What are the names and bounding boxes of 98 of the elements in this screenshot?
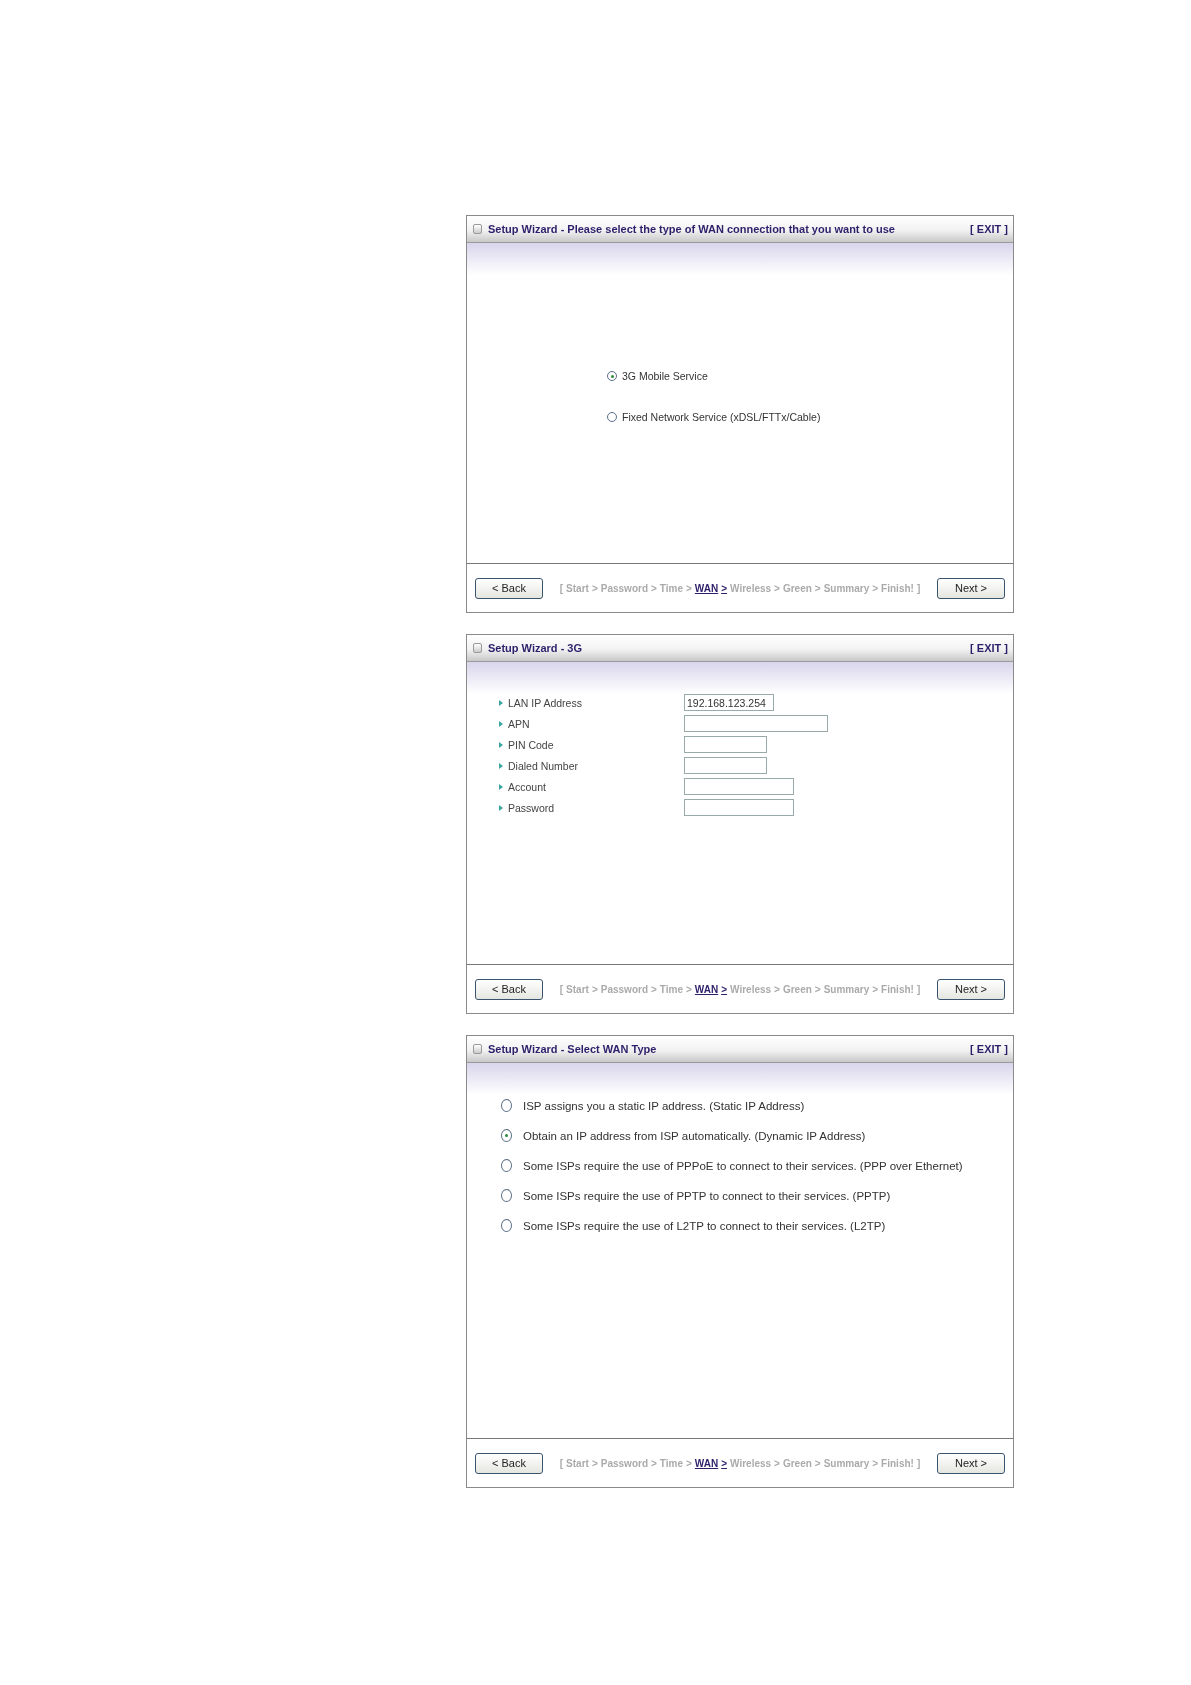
wizard-step: Wireless bbox=[730, 1457, 772, 1469]
field-label: Password bbox=[508, 801, 555, 814]
input-field[interactable] bbox=[684, 715, 828, 732]
option-label: ISP assigns you a static IP address. (Static IP Address) bbox=[523, 1099, 805, 1112]
wizard-step: WAN bbox=[694, 582, 719, 594]
input-field[interactable]: 192.168.123.254 bbox=[684, 694, 774, 711]
back-button[interactable]: < Back bbox=[475, 978, 543, 1000]
step-separator: > bbox=[686, 1457, 692, 1469]
panel-title: Setup Wizard - 3G bbox=[488, 642, 584, 654]
bullet-icon bbox=[499, 804, 503, 811]
wizard-step: WAN bbox=[694, 983, 719, 995]
step-separator: > bbox=[774, 1457, 780, 1469]
input-field[interactable] bbox=[684, 799, 794, 816]
wizard-step: Password bbox=[600, 582, 648, 594]
wizard-step: Green bbox=[782, 983, 812, 995]
option-label: 3G Mobile Service bbox=[622, 370, 708, 382]
step-separator: > bbox=[651, 983, 657, 995]
option-label: Some ISPs require the use of L2TP to connect to their services. (L2TP) bbox=[523, 1219, 886, 1232]
input-field[interactable] bbox=[684, 736, 767, 753]
input-field[interactable] bbox=[684, 778, 794, 795]
step-separator: > bbox=[774, 983, 780, 995]
step-separator: > bbox=[686, 983, 692, 995]
exit-link[interactable]: [ EXIT ] bbox=[970, 1043, 1008, 1055]
field-label: Account bbox=[508, 780, 546, 793]
wizard-step: Finish! bbox=[881, 1457, 914, 1469]
step-separator: > bbox=[872, 1457, 879, 1469]
trail-bracket: [ bbox=[559, 582, 564, 594]
trail-bracket: [ bbox=[559, 983, 564, 995]
wizard-step: Start bbox=[566, 1457, 589, 1469]
option-label: Some ISPs require the use of PPPoE to connect to their services. (PPP over Ethernet) bbox=[523, 1159, 963, 1172]
exit-link[interactable]: [ EXIT ] bbox=[970, 642, 1008, 654]
wizard-step: Summary bbox=[823, 1457, 870, 1469]
panel-title: Setup Wizard - Please select the type of WAN connection that you want to use bbox=[488, 223, 896, 235]
wizard-step: Summary bbox=[823, 983, 870, 995]
step-separator: > bbox=[591, 983, 598, 995]
bullet-icon bbox=[499, 762, 503, 769]
window-icon bbox=[473, 643, 482, 653]
radio-button[interactable] bbox=[501, 1219, 512, 1232]
radio-button[interactable] bbox=[607, 371, 617, 381]
step-separator: > bbox=[591, 582, 598, 594]
wizard-step: Start bbox=[566, 983, 589, 995]
wizard-step: WAN bbox=[694, 1457, 719, 1469]
option-label: Obtain an IP address from ISP automatically. (Dynamic IP Address) bbox=[523, 1129, 866, 1142]
radio-button[interactable] bbox=[501, 1159, 512, 1172]
wizard-step: Password bbox=[600, 1457, 648, 1469]
wizard-step: Finish! bbox=[881, 983, 914, 995]
step-separator: > bbox=[651, 1457, 657, 1469]
step-separator: > bbox=[814, 1457, 821, 1469]
wizard-step: Password bbox=[600, 983, 648, 995]
step-separator: > bbox=[872, 983, 879, 995]
window-icon bbox=[473, 224, 482, 234]
step-separator: > bbox=[814, 983, 821, 995]
back-button[interactable]: < Back bbox=[475, 577, 543, 599]
bullet-icon bbox=[499, 741, 503, 748]
trail-bracket: ] bbox=[916, 983, 921, 995]
bullet-icon bbox=[499, 783, 503, 790]
wizard-step: Start bbox=[566, 582, 589, 594]
step-separator: > bbox=[686, 582, 692, 594]
step-separator: > bbox=[721, 582, 728, 594]
bullet-icon bbox=[499, 699, 503, 706]
wizard-step: Finish! bbox=[881, 582, 914, 594]
wizard-step: Wireless bbox=[730, 983, 772, 995]
trail-bracket: [ bbox=[559, 1457, 564, 1469]
field-label: Dialed Number bbox=[508, 759, 579, 772]
radio-button[interactable] bbox=[501, 1189, 512, 1202]
wizard-step: Summary bbox=[823, 582, 870, 594]
bullet-icon bbox=[499, 720, 503, 727]
field-label: APN bbox=[508, 717, 530, 730]
input-field[interactable] bbox=[684, 757, 767, 774]
wizard-step: Time bbox=[659, 983, 683, 995]
wizard-step: Time bbox=[659, 1457, 683, 1469]
step-separator: > bbox=[651, 582, 657, 594]
trail-bracket: ] bbox=[916, 1457, 921, 1469]
next-button[interactable]: Next > bbox=[937, 1452, 1005, 1474]
radio-button[interactable] bbox=[501, 1129, 512, 1142]
next-button[interactable]: Next > bbox=[937, 978, 1005, 1000]
field-label: PIN Code bbox=[508, 738, 554, 751]
option-label: Some ISPs require the use of PPTP to connect to their services. (PPTP) bbox=[523, 1189, 891, 1202]
step-separator: > bbox=[721, 1457, 728, 1469]
next-button[interactable]: Next > bbox=[937, 577, 1005, 599]
wizard-step: Wireless bbox=[730, 582, 772, 594]
back-button[interactable]: < Back bbox=[475, 1452, 543, 1474]
window-icon bbox=[473, 1044, 482, 1054]
step-separator: > bbox=[721, 983, 728, 995]
step-separator: > bbox=[814, 582, 821, 594]
radio-button[interactable] bbox=[607, 412, 617, 422]
panel-title: Setup Wizard - Select WAN Type bbox=[488, 1043, 658, 1055]
option-label: Fixed Network Service (xDSL/FTTx/Cable) bbox=[622, 411, 821, 423]
wizard-step: Green bbox=[782, 1457, 812, 1469]
step-separator: > bbox=[774, 582, 780, 594]
wizard-step: Time bbox=[659, 582, 683, 594]
radio-button[interactable] bbox=[501, 1099, 512, 1112]
trail-bracket: ] bbox=[916, 582, 921, 594]
exit-link[interactable]: [ EXIT ] bbox=[970, 223, 1008, 235]
step-separator: > bbox=[591, 1457, 598, 1469]
field-label: LAN IP Address bbox=[508, 696, 582, 709]
wizard-step: Green bbox=[782, 582, 812, 594]
step-separator: > bbox=[872, 582, 879, 594]
